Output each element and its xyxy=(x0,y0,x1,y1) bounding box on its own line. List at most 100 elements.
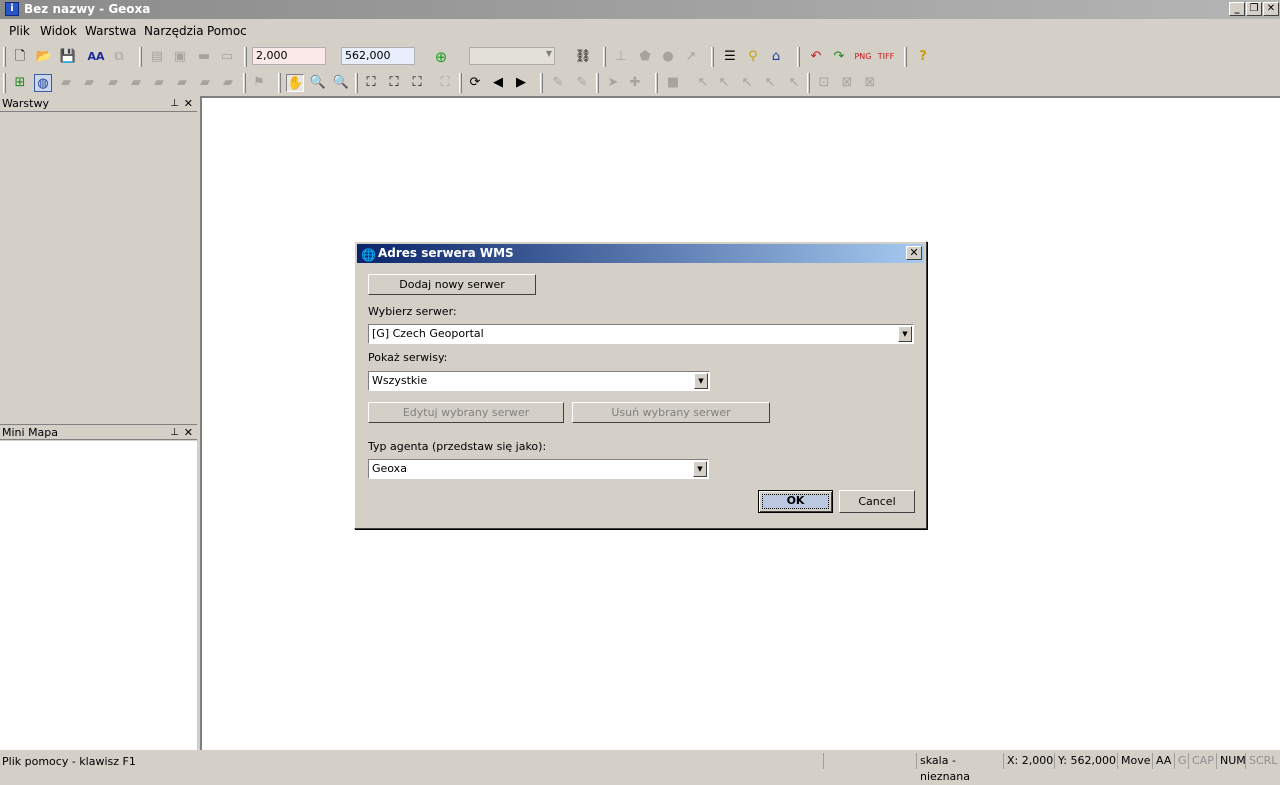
home-icon[interactable]: ⌂ xyxy=(767,48,785,66)
services-select[interactable]: Wszystkie ▼ xyxy=(368,371,710,391)
zoom-in-icon[interactable]: 🔍 xyxy=(309,74,327,92)
chevron-down-icon[interactable]: ▼ xyxy=(694,373,708,389)
status-empty xyxy=(823,753,916,769)
find-icon[interactable]: ⚲ xyxy=(744,48,762,66)
menu-warstwa[interactable]: Warstwa xyxy=(85,24,137,38)
delete-server-button[interactable]: Usuń wybrany serwer xyxy=(572,402,770,423)
menu-widok[interactable]: Widok xyxy=(40,24,77,38)
toolbar-grip[interactable] xyxy=(797,47,800,67)
toolbar-grip[interactable] xyxy=(355,73,358,93)
grid-icon[interactable]: ⊡ xyxy=(815,74,833,92)
layer-properties-icon[interactable]: ⚑ xyxy=(250,74,268,92)
toolbar-grip[interactable] xyxy=(655,73,658,93)
menu-pomoc[interactable]: Pomoc xyxy=(207,24,247,38)
zoom-box-icon[interactable]: ⛶ xyxy=(436,74,454,92)
toolbar-grip[interactable] xyxy=(243,73,246,93)
circle-tool-icon[interactable]: ● xyxy=(659,48,677,66)
grid-icon[interactable]: ⊠ xyxy=(838,74,856,92)
layers-panel-header: Warstwy ⊥ ✕ xyxy=(0,96,197,112)
wms-server-dialog: 🌐 Adres serwera WMS ✕ Dodaj nowy serwer … xyxy=(354,241,927,529)
dialog-title: Adres serwera WMS xyxy=(378,246,514,260)
add-wms-icon[interactable]: ◍ xyxy=(34,74,52,92)
status-x: X: 2,000 xyxy=(1003,753,1054,769)
export-tiff-icon[interactable]: TIFF xyxy=(877,48,895,66)
layer-icon[interactable]: ▰ xyxy=(127,74,145,92)
toolbar-grip[interactable] xyxy=(459,73,462,93)
chevron-down-icon[interactable]: ▼ xyxy=(693,461,707,477)
zoom-extent-icon[interactable]: ⛶ xyxy=(362,74,380,92)
layer-icon[interactable]: ▰ xyxy=(150,74,168,92)
pin-icon[interactable]: ⊥ xyxy=(170,425,179,440)
select-arrow-icon[interactable]: ➤ xyxy=(604,74,622,92)
add-server-button[interactable]: Dodaj nowy serwer xyxy=(368,274,536,295)
window-titlebar: i Bez nazwy - Geoxa _ ❐ ✕ xyxy=(0,0,1280,19)
status-g: G xyxy=(1174,753,1188,769)
select-icon[interactable]: ↖ xyxy=(715,74,733,92)
toolbar-grip[interactable] xyxy=(540,73,543,93)
toolbar-grip[interactable] xyxy=(711,47,714,67)
add-layer-icon[interactable]: ⊞ xyxy=(11,74,29,92)
menu-narzedzia[interactable]: Narzędzia xyxy=(144,24,204,38)
edit-icon[interactable]: ✎ xyxy=(573,74,591,92)
toolbar-grip[interactable] xyxy=(603,47,606,67)
close-icon[interactable]: ✕ xyxy=(184,96,193,111)
zoom-selection-icon[interactable]: ⛶ xyxy=(408,74,426,92)
agent-select[interactable]: Geoxa ▼ xyxy=(368,459,709,479)
properties-icon[interactable]: ☰ xyxy=(721,48,739,66)
ok-button[interactable]: OK xyxy=(758,490,833,513)
layer-icon[interactable]: ▰ xyxy=(196,74,214,92)
layer-icon[interactable]: ▰ xyxy=(57,74,75,92)
menu-plik[interactable]: Plik xyxy=(9,24,30,38)
status-cap: CAP xyxy=(1188,753,1216,769)
minimap-panel-title: Mini Mapa xyxy=(2,426,59,439)
show-services-label: Pokaż serwisy: xyxy=(368,351,448,364)
point-tool-icon[interactable]: ⊥ xyxy=(612,48,630,66)
chevron-down-icon[interactable]: ▼ xyxy=(898,326,912,342)
layer-icon[interactable]: ▰ xyxy=(219,74,237,92)
zoom-layer-icon[interactable]: ⛶ xyxy=(385,74,403,92)
edit-server-button[interactable]: Edytuj wybrany serwer xyxy=(368,402,564,423)
server-select[interactable]: [G] Czech Geoportal ▼ xyxy=(368,324,914,344)
add-point-icon[interactable]: ✚ xyxy=(626,74,644,92)
fill-icon[interactable]: ■ xyxy=(664,74,682,92)
select-icon[interactable]: ↖ xyxy=(785,74,803,92)
refresh-icon[interactable]: ⟳ xyxy=(466,74,484,92)
layer-icon[interactable]: ▰ xyxy=(80,74,98,92)
status-scale: skala - nieznana xyxy=(916,753,1003,783)
toolbar-grip[interactable] xyxy=(904,47,907,67)
close-icon[interactable]: ✕ xyxy=(184,425,193,440)
next-view-icon[interactable]: ▶ xyxy=(512,74,530,92)
dialog-close-button[interactable]: ✕ xyxy=(906,246,922,260)
import-icon[interactable]: ↶ xyxy=(807,48,825,66)
minimize-button[interactable]: _ xyxy=(1229,2,1245,16)
toolbar-map: ⊞ ◍ ▰ ▰ ▰ ▰ ▰ ▰ ▰ ▰ ⚑ ✋ 🔍 🔍 ⛶ ⛶ ⛶ ⛶ ⟳ ◀ … xyxy=(0,70,1280,96)
select-server-label: Wybierz serwer: xyxy=(368,305,457,318)
toolbar-grip[interactable] xyxy=(596,73,599,93)
cancel-button[interactable]: Cancel xyxy=(839,490,915,513)
previous-view-icon[interactable]: ◀ xyxy=(489,74,507,92)
restore-button[interactable]: ❐ xyxy=(1246,2,1262,16)
grid-icon[interactable]: ⊠ xyxy=(861,74,879,92)
line-tool-icon[interactable]: ↗ xyxy=(682,48,700,66)
status-num: NUM xyxy=(1216,753,1246,769)
minimap-panel-header: Mini Mapa ⊥ ✕ xyxy=(0,424,197,440)
network-icon[interactable]: ⛓ xyxy=(574,48,592,66)
help-icon[interactable]: ? xyxy=(914,48,932,66)
toolbar-grip[interactable] xyxy=(278,73,281,93)
export-png-icon[interactable]: PNG xyxy=(854,48,872,66)
pointer-icon[interactable]: ↖ xyxy=(694,74,712,92)
select-icon[interactable]: ↖ xyxy=(738,74,756,92)
edit-icon[interactable]: ✎ xyxy=(549,74,567,92)
pin-icon[interactable]: ⊥ xyxy=(170,96,179,111)
minimap-panel[interactable] xyxy=(0,441,197,750)
select-icon[interactable]: ↖ xyxy=(761,74,779,92)
export-icon[interactable]: ↷ xyxy=(830,48,848,66)
toolbar-grip[interactable] xyxy=(807,73,810,93)
pan-hand-icon[interactable]: ✋ xyxy=(286,74,304,92)
layer-icon[interactable]: ▰ xyxy=(104,74,122,92)
toolbar-grip[interactable] xyxy=(3,73,6,93)
polygon-tool-icon[interactable]: ⬟ xyxy=(636,48,654,66)
close-window-button[interactable]: ✕ xyxy=(1263,2,1279,16)
zoom-out-icon[interactable]: 🔍 xyxy=(332,74,350,92)
layer-icon[interactable]: ▰ xyxy=(173,74,191,92)
